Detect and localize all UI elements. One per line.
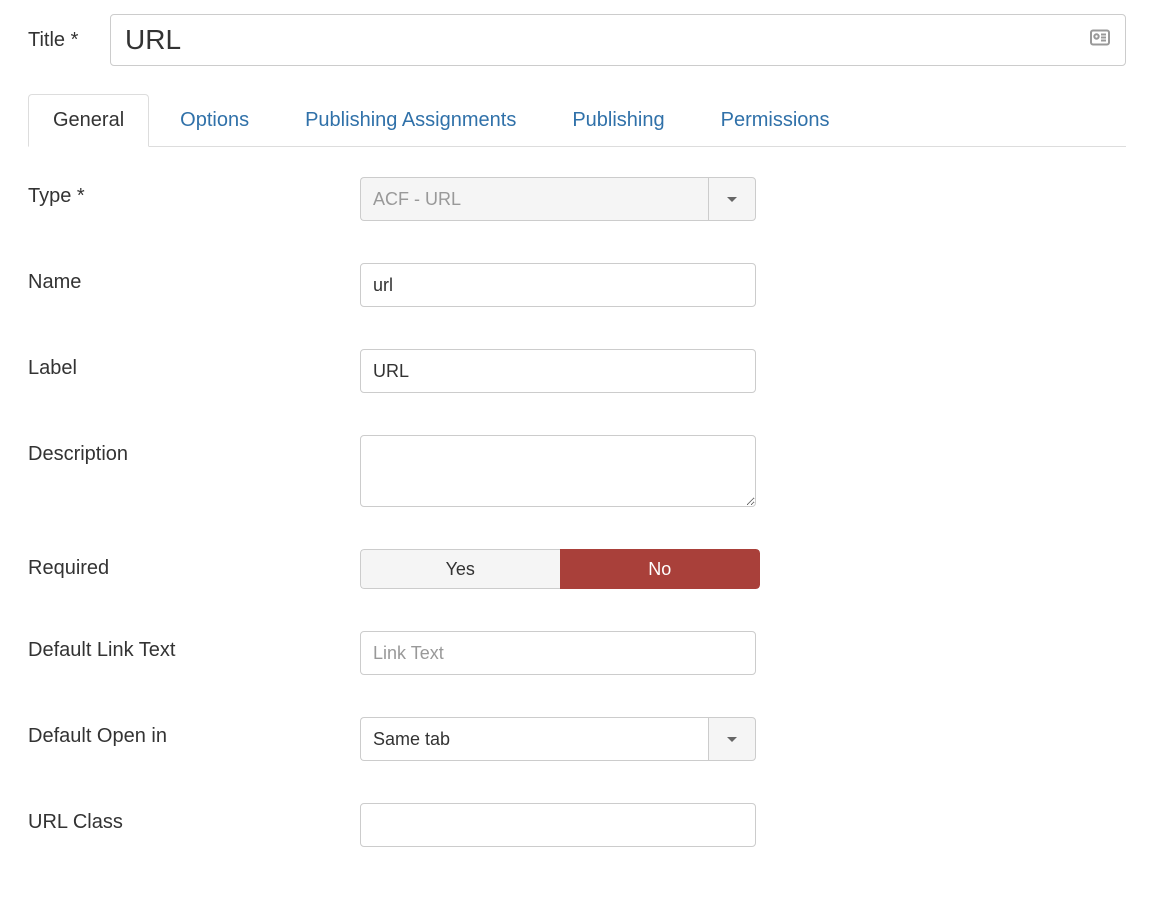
title-input[interactable] — [110, 14, 1126, 66]
tab-permissions[interactable]: Permissions — [696, 94, 855, 147]
default-open-in-label: Default Open in — [28, 717, 360, 748]
name-input[interactable] — [360, 263, 756, 307]
description-label: Description — [28, 435, 360, 466]
tabs: General Options Publishing Assignments P… — [28, 94, 1126, 147]
default-open-in-select[interactable]: Same tab — [360, 717, 756, 761]
type-select[interactable]: ACF - URL — [360, 177, 756, 221]
default-link-text-label: Default Link Text — [28, 631, 360, 662]
label-label: Label — [28, 349, 360, 380]
required-label: Required — [28, 549, 360, 580]
required-toggle: Yes No — [360, 549, 760, 589]
url-class-input[interactable] — [360, 803, 756, 847]
required-yes-button[interactable]: Yes — [360, 549, 560, 589]
name-label: Name — [28, 263, 360, 294]
tab-publishing-assignments[interactable]: Publishing Assignments — [280, 94, 541, 147]
alias-icon[interactable] — [1088, 26, 1112, 55]
default-link-text-input[interactable] — [360, 631, 756, 675]
tab-options[interactable]: Options — [155, 94, 274, 147]
type-select-value: ACF - URL — [360, 177, 708, 221]
default-open-in-value: Same tab — [360, 717, 708, 761]
tab-general[interactable]: General — [28, 94, 149, 147]
type-select-caret[interactable] — [708, 177, 756, 221]
tab-publishing[interactable]: Publishing — [547, 94, 689, 147]
url-class-label: URL Class — [28, 803, 360, 834]
default-open-in-caret[interactable] — [708, 717, 756, 761]
label-input[interactable] — [360, 349, 756, 393]
title-label: Title * — [28, 29, 110, 52]
description-textarea[interactable] — [360, 435, 756, 507]
chevron-down-icon — [727, 197, 737, 202]
type-label: Type * — [28, 177, 360, 208]
chevron-down-icon — [727, 737, 737, 742]
required-no-button[interactable]: No — [560, 549, 761, 589]
